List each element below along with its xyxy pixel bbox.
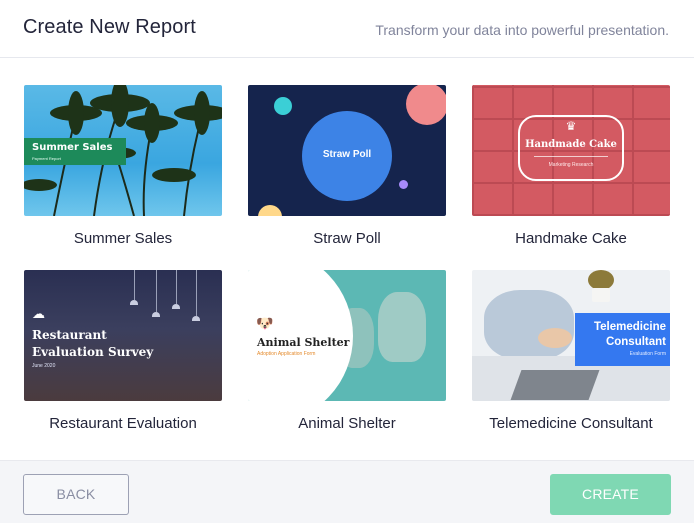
laptop-photo xyxy=(510,370,600,400)
dialog-footer: BACK CREATE xyxy=(0,460,694,523)
template-thumbnail[interactable]: 🐶 Animal Shelter Adoption Application Fo… xyxy=(248,270,446,401)
template-thumbnail[interactable]: Telemedicine Consultant Evaluation Form xyxy=(472,270,670,401)
thumb-title: Handmade Cake xyxy=(525,139,617,150)
thumb-title-line: Restaurant xyxy=(32,328,107,342)
template-thumbnail[interactable]: Straw Poll xyxy=(248,85,446,216)
decor-circle xyxy=(399,180,408,189)
decor-circle xyxy=(406,85,446,125)
dialog-title: Create New Report xyxy=(23,16,196,38)
thumb-title: Straw Poll xyxy=(322,149,372,160)
lamp-cord xyxy=(156,270,157,312)
template-label[interactable]: Summer Sales xyxy=(4,230,242,247)
dog-icon: 🐶 xyxy=(256,315,274,331)
lamp-cord xyxy=(134,270,135,300)
template-thumbnail[interactable]: Summer Sales Payment Report xyxy=(24,85,222,216)
thumb-subtitle: Adoption Application Form xyxy=(257,351,316,357)
plant-pot xyxy=(592,288,610,302)
hand-photo xyxy=(538,328,572,348)
template-label[interactable]: Animal Shelter xyxy=(228,415,466,432)
back-button[interactable]: BACK xyxy=(23,474,129,515)
lamp-cord xyxy=(176,270,177,304)
decor-circle xyxy=(258,205,282,216)
thumb-subtitle: Marketing Research xyxy=(548,162,594,168)
create-button[interactable]: CREATE xyxy=(550,474,671,515)
divider xyxy=(534,156,608,157)
lamp-shade xyxy=(192,316,200,321)
thumb-subtitle: Payment Report xyxy=(32,156,61,161)
thumb-title-line: Telemedicine xyxy=(593,321,666,333)
arm-photo xyxy=(484,290,574,360)
template-grid: Summer Sales Payment Report Summer Sales… xyxy=(0,58,694,460)
template-label[interactable]: Handmake Cake xyxy=(452,230,690,247)
template-label[interactable]: Telemedicine Consultant xyxy=(452,415,690,432)
template-label[interactable]: Restaurant Evaluation xyxy=(4,415,242,432)
dialog-header: Create New Report Transform your data in… xyxy=(0,0,694,58)
thumb-title: Summer Sales xyxy=(32,142,113,153)
thumb-title: Animal Shelter xyxy=(257,336,350,349)
thumb-subtitle: June 2020 xyxy=(32,363,56,369)
thumb-title: Telemedicine Consultant xyxy=(575,320,666,350)
lamp-cord xyxy=(196,270,197,316)
lamp-shade xyxy=(172,304,180,309)
thumb-subtitle: Evaluation Form xyxy=(629,351,666,357)
thumb-title: Restaurant Evaluation Survey xyxy=(32,327,153,361)
decor-circle xyxy=(274,97,292,115)
thumb-title-line: Evaluation Survey xyxy=(32,345,154,359)
cake-icon: ♛ xyxy=(565,119,577,133)
template-thumbnail[interactable]: ☁ Restaurant Evaluation Survey June 2020 xyxy=(24,270,222,401)
chef-hat-icon: ☁ xyxy=(32,306,45,321)
plant-photo xyxy=(588,270,614,290)
dialog-subtitle: Transform your data into powerful presen… xyxy=(375,22,669,38)
template-thumbnail[interactable]: ♛ Handmade Cake Marketing Research xyxy=(472,85,670,216)
lamp-shade xyxy=(130,300,138,305)
dog-photo xyxy=(378,292,426,362)
thumb-title-line: Consultant xyxy=(605,336,666,348)
lamp-shade xyxy=(152,312,160,317)
template-label[interactable]: Straw Poll xyxy=(228,230,466,247)
